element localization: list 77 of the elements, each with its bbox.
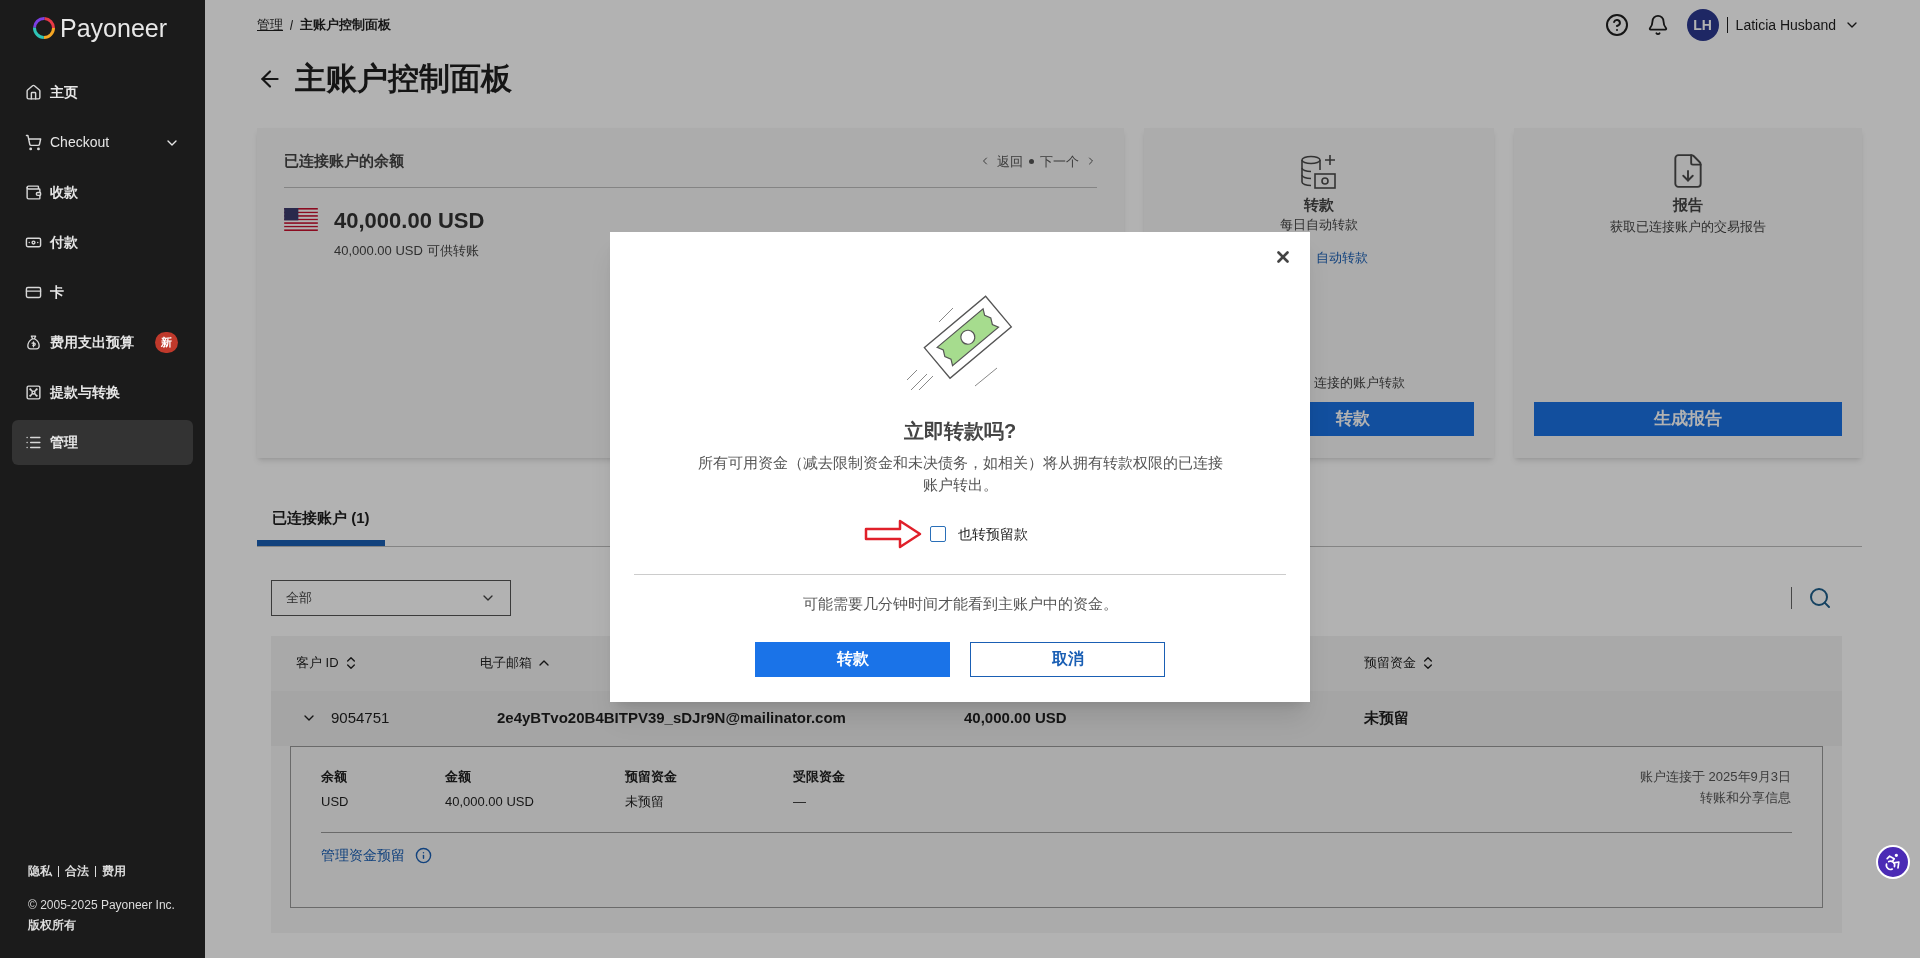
logo-ring-icon <box>32 16 56 40</box>
money-bag-icon <box>25 334 42 351</box>
breadcrumb-item: 主账户控制面板 <box>300 16 391 35</box>
home-icon <box>25 84 42 101</box>
column-header[interactable]: 预留资金 <box>1364 653 1416 673</box>
card-title: 报告 <box>1671 195 1704 215</box>
detail-value: 未预留 <box>625 793 665 811</box>
list-icon <box>25 434 42 451</box>
dialog-title: 立即转款吗? <box>903 419 1017 444</box>
page-title: 主账户控制面板 <box>295 59 512 98</box>
footer-link[interactable]: 隐私 <box>28 862 52 880</box>
card-subtitle: 获取已连接账户的交易报告 <box>1609 217 1767 236</box>
help-icon[interactable] <box>1604 13 1629 37</box>
table-cell: 40,000.00 USD <box>964 708 1067 726</box>
table-cell: 未预留 <box>1364 708 1409 726</box>
footer-link[interactable]: 合法 <box>65 862 89 880</box>
accessibility-button[interactable] <box>1876 845 1910 879</box>
table-cell: 2e4yBTvo20B4BITPV39_sDJr9N@mailinator.com <box>497 708 846 726</box>
notification-bell-icon[interactable] <box>1646 14 1669 36</box>
card-icon <box>25 284 42 301</box>
sidebar-item[interactable]: 主页 <box>12 70 193 115</box>
info-link[interactable]: 转账和分享信息 <box>1700 788 1791 808</box>
sidebar-item[interactable]: 提款与转换 <box>12 370 193 415</box>
footer-link[interactable]: 费用 <box>102 862 126 880</box>
close-icon[interactable] <box>1274 248 1292 266</box>
back-link[interactable]: 返回 <box>997 151 1023 171</box>
tab[interactable]: 已连接账户 (1) <box>257 507 385 546</box>
search-icon[interactable] <box>1808 585 1832 610</box>
checkbox[interactable] <box>930 526 946 542</box>
connected-date: 账户连接于 2025年9月3日 <box>1640 767 1791 786</box>
manage-reserve-link[interactable]: 管理资金预留 <box>321 844 405 866</box>
detail-value: USD <box>321 793 350 811</box>
cancel-button[interactable]: 取消 <box>970 641 1165 677</box>
database-cash-icon <box>1299 152 1339 192</box>
pointer-arrow-icon <box>864 518 922 550</box>
flag-icon <box>284 207 318 231</box>
user-avatar[interactable]: LH <box>1686 9 1719 41</box>
accessibility-icon[interactable] <box>1883 852 1903 872</box>
copyright-text: © 2005-2025 Payoneer Inc. <box>28 897 176 914</box>
new-badge: 新 <box>155 332 178 353</box>
sidebar-item[interactable]: Checkout <box>12 120 193 165</box>
user-name[interactable]: Laticia Husband <box>1735 14 1836 36</box>
safe-icon <box>25 384 42 401</box>
detail-label: 余额 <box>321 767 348 786</box>
detail-label: 受限资金 <box>793 767 846 786</box>
wallet-icon <box>25 184 42 201</box>
detail-value: 40,000.00 USD <box>445 793 535 811</box>
column-header[interactable]: 客户 ID <box>296 653 339 673</box>
available-balance: 40,000.00 USD 可供转账 <box>334 241 480 260</box>
card-note: 连接的账户转款 <box>1314 375 1405 390</box>
sidebar-item[interactable]: 管理 <box>12 420 193 465</box>
detail-label: 金额 <box>445 767 472 786</box>
breadcrumb-item[interactable]: 管理 <box>257 15 283 35</box>
card-title: 转款 <box>1302 195 1335 215</box>
card-subtitle: 每日自动转款 <box>1279 216 1359 233</box>
filter-dropdown[interactable]: 全部 <box>271 579 511 616</box>
detail-label: 预留资金 <box>625 767 678 786</box>
balance-amount: 40,000.00 USD <box>334 206 485 235</box>
sidebar-item[interactable]: 费用支出预算 新 <box>12 320 193 365</box>
column-header[interactable]: 电子邮箱 <box>480 653 532 673</box>
info-icon[interactable] <box>415 846 432 864</box>
auto-transfer-link[interactable]: 自动转款 <box>1316 249 1368 265</box>
card-title: 已连接账户的余额 <box>284 151 404 171</box>
table-cell-text: 9054751 <box>331 707 390 728</box>
transfer-button[interactable]: 转款 <box>755 641 950 677</box>
sidebar-item[interactable]: 卡 <box>12 270 193 315</box>
next-link[interactable]: 下一个 <box>1040 151 1079 171</box>
sidebar-item[interactable]: 付款 <box>12 220 193 265</box>
dialog-message: 所有可用资金（减去限制资金和未决债务，如相关）将从拥有转款权限的已连接账户转出。 <box>697 453 1223 495</box>
cart-icon <box>25 134 42 151</box>
detail-value: — <box>793 793 807 811</box>
checkbox-label: 也转预留款 <box>958 524 1028 544</box>
logo-text: Payoneer <box>60 15 168 41</box>
sidebar-item[interactable]: 收款 <box>12 170 193 215</box>
generate-report-button[interactable]: 生成报告 <box>1534 402 1842 436</box>
rights-text: 版权所有 <box>28 917 77 934</box>
dialog-note: 可能需要几分钟时间才能看到主账户中的资金。 <box>802 594 1118 614</box>
